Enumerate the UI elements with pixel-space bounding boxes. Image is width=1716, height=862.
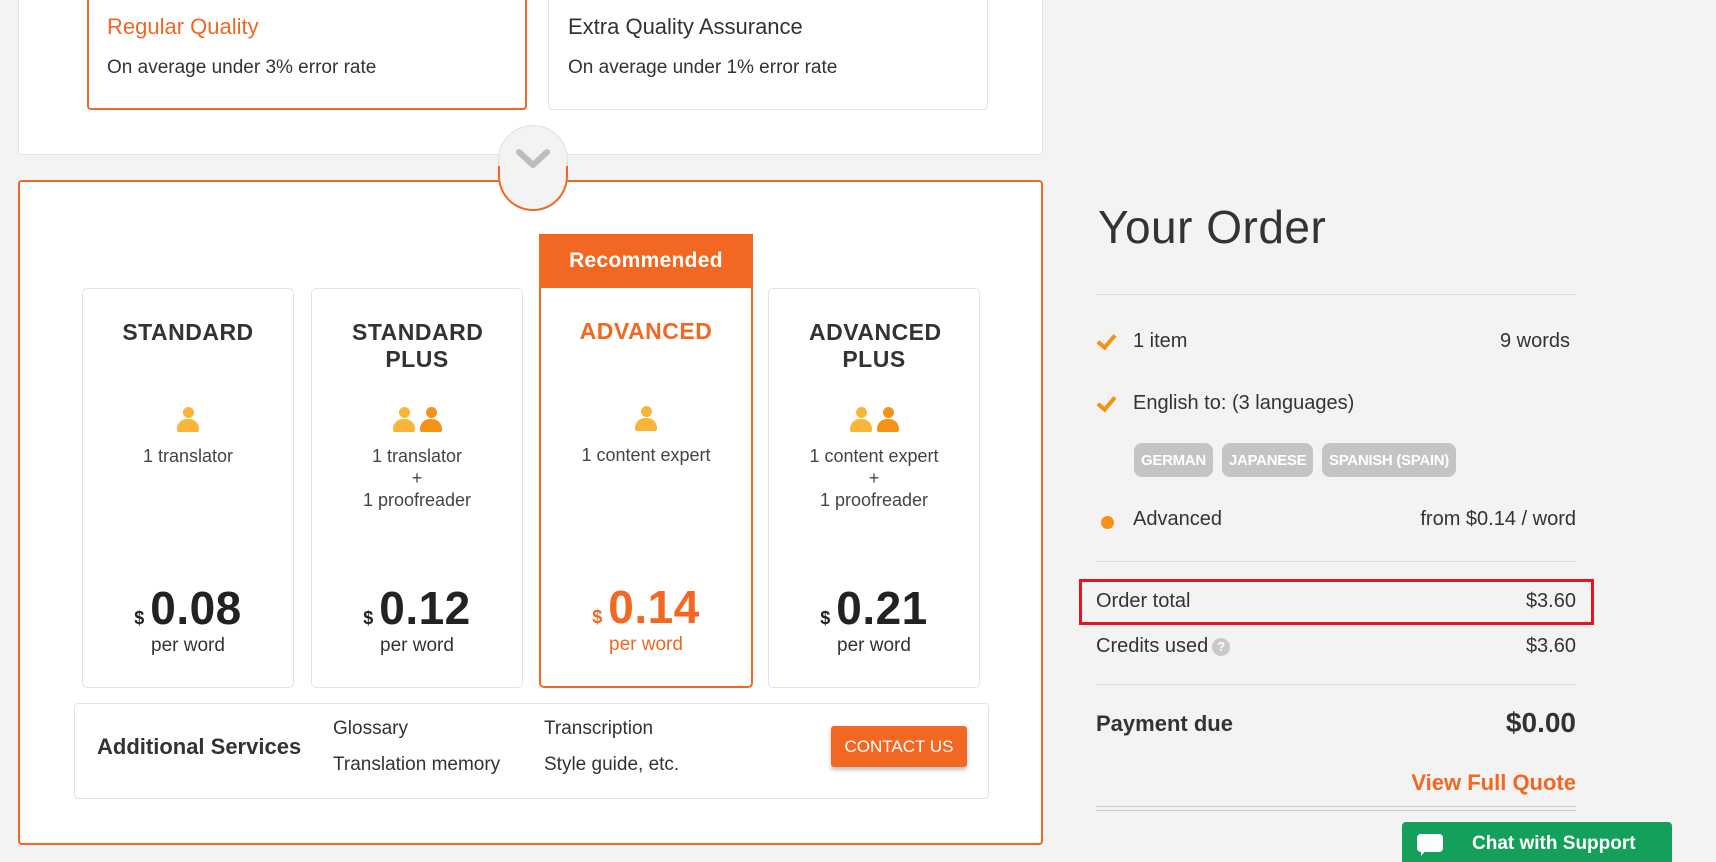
order-plan-row: Advanced from $0.14 / word	[1096, 508, 1576, 531]
plan-team: 1 content expert + 1 proofreader	[769, 445, 979, 511]
check-icon	[1096, 330, 1116, 350]
credits-row: Credits used? $3.60	[1096, 635, 1576, 658]
plan-card-advanced-plus[interactable]: ADVANCED PLUS 1 content expert + 1 proof…	[768, 288, 980, 688]
price-amount: 0.14	[608, 581, 700, 633]
additional-services: Additional Services Glossary Translation…	[74, 703, 989, 799]
currency-symbol: $	[820, 608, 831, 628]
chat-with-support-button[interactable]: Chat with Support	[1402, 822, 1672, 862]
divider	[1096, 294, 1576, 295]
order-items-row: 1 item 9 words	[1096, 330, 1576, 353]
divider	[1096, 561, 1576, 562]
contact-us-button[interactable]: CONTACT US	[831, 726, 967, 767]
plan-card-standard[interactable]: STANDARD 1 translator $ 0.08 per word	[82, 288, 294, 688]
price-unit: per word	[380, 635, 454, 656]
order-languages-label: English to: (3 languages)	[1133, 392, 1355, 414]
language-badge: SPANISH (SPAIN)	[1322, 443, 1456, 477]
chat-bubble-icon	[1417, 834, 1443, 856]
price-unit: per word	[151, 635, 225, 656]
person-icon	[392, 407, 415, 433]
plan-team-plus: +	[868, 468, 880, 488]
service-item: Glossary	[333, 718, 408, 739]
plan-name: STANDARD PLUS	[352, 319, 484, 372]
plan-card-advanced[interactable]: ADVANCED 1 content expert $ 0.14 per wor…	[539, 288, 753, 688]
order-plan-price: from $0.14 / word	[1420, 508, 1576, 530]
quality-option-title: Extra Quality Assurance	[568, 14, 803, 39]
person-icon	[849, 407, 872, 433]
service-item: Style guide, etc.	[544, 754, 680, 775]
quality-option-desc: On average under 3% error rate	[107, 57, 377, 78]
plan-card-standard-plus[interactable]: STANDARD PLUS 1 translator + 1 proofread…	[311, 288, 523, 688]
service-item: Transcription	[544, 718, 654, 739]
plan-team-line: 1 proofreader	[362, 490, 472, 510]
plan-team-line: 1 translator	[371, 446, 463, 466]
plan-team-line: 1 content expert	[581, 445, 711, 465]
payment-due-label: Payment due	[1096, 711, 1233, 736]
plan-team-icons	[541, 406, 751, 432]
help-icon[interactable]: ?	[1212, 638, 1231, 656]
plan-team-icons	[312, 407, 522, 433]
order-languages-row: English to: (3 languages)	[1096, 392, 1576, 415]
credits-value: $3.60	[1525, 635, 1576, 657]
price-amount: 0.21	[836, 582, 928, 634]
credits-label: Credits used	[1096, 635, 1209, 657]
order-total-label: Order total	[1096, 590, 1191, 612]
plan-team: 1 translator + 1 proofreader	[312, 445, 522, 511]
dot-icon	[1101, 516, 1114, 529]
person-icon	[876, 407, 899, 433]
service-item: Translation memory	[333, 754, 501, 775]
divider	[1096, 684, 1576, 685]
currency-symbol: $	[134, 608, 145, 628]
plan-team-icons	[769, 407, 979, 433]
plan-team: 1 translator	[83, 445, 293, 467]
plan-team-line: 1 content expert	[809, 446, 939, 466]
language-badge: JAPANESE	[1222, 443, 1314, 477]
order-word-count: 9 words	[1499, 330, 1570, 352]
currency-symbol: $	[592, 607, 603, 627]
plan-team-plus: +	[411, 468, 423, 488]
plan-name: STANDARD	[122, 319, 254, 345]
quality-option-extra[interactable]: Extra Quality Assurance On average under…	[548, 0, 988, 110]
plan-name: ADVANCED	[579, 318, 713, 344]
plan-price: $ 0.14	[541, 580, 751, 634]
additional-services-title: Additional Services	[97, 734, 302, 759]
plan-team-line: 1 translator	[142, 446, 234, 466]
check-icon	[1096, 392, 1116, 412]
order-items-label: 1 item	[1133, 330, 1188, 352]
plans-panel: Recommended STANDARD 1 translator $ 0.08…	[18, 180, 1043, 845]
order-plan-label: Advanced	[1133, 508, 1222, 530]
divider	[1096, 806, 1576, 807]
price-amount: 0.12	[379, 582, 471, 634]
language-badge: GERMAN	[1134, 443, 1213, 477]
plan-team-icons	[83, 407, 293, 433]
chat-label: Chat with Support	[1472, 833, 1636, 854]
payment-due-value: $0.00	[1505, 707, 1576, 738]
currency-symbol: $	[363, 608, 374, 628]
price-unit: per word	[609, 634, 683, 655]
price-unit: per word	[837, 635, 911, 656]
quality-option-desc: On average under 1% error rate	[568, 57, 838, 78]
person-icon	[419, 407, 442, 433]
person-icon	[177, 407, 199, 433]
plan-name: ADVANCED PLUS	[809, 319, 942, 372]
order-total-value: $3.60	[1525, 590, 1576, 612]
quality-option-regular[interactable]: Regular Quality On average under 3% erro…	[87, 0, 527, 110]
person-icon	[635, 406, 657, 432]
divider	[1096, 810, 1576, 811]
order-total-row: Order total $3.60	[1096, 590, 1576, 613]
expand-toggle[interactable]	[498, 125, 568, 211]
plan-price: $ 0.21	[769, 581, 979, 635]
plan-price: $ 0.12	[312, 581, 522, 635]
payment-due-row: Payment due $0.00	[1096, 707, 1576, 738]
price-amount: 0.08	[150, 582, 242, 634]
view-full-quote-link[interactable]: View Full Quote	[1411, 770, 1576, 796]
plan-price: $ 0.08	[83, 581, 293, 635]
plan-team: 1 content expert	[541, 444, 751, 466]
quality-option-title: Regular Quality	[107, 14, 259, 39]
recommended-banner: Recommended	[539, 234, 753, 288]
plan-team-line: 1 proofreader	[819, 490, 929, 510]
order-title: Your Order	[1098, 201, 1327, 253]
